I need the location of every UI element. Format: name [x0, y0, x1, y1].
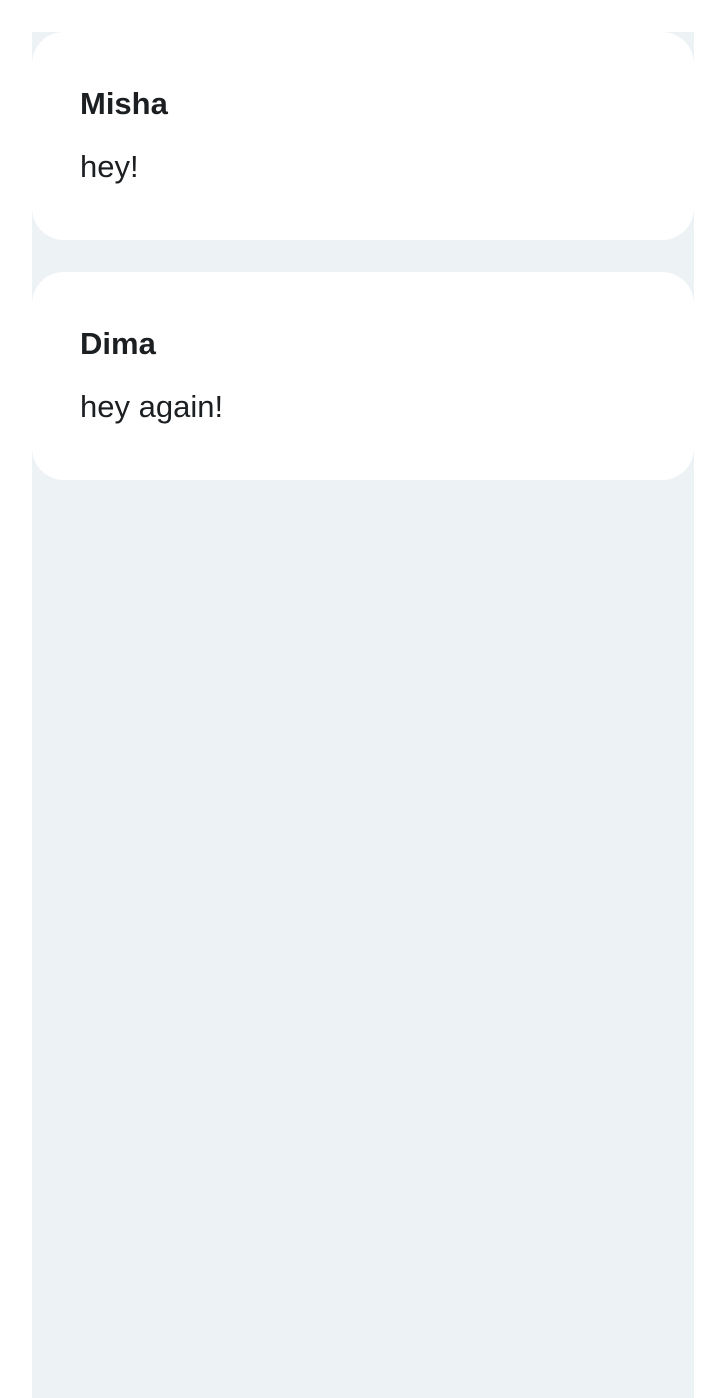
message-text: hey again! — [80, 389, 224, 424]
message-text: hey! — [80, 149, 139, 184]
message-author: Dima — [80, 326, 156, 361]
message-card: Misha hey! — [32, 32, 694, 240]
message-feed[interactable]: Misha hey! Dima hey again! — [32, 32, 694, 1398]
page: Misha hey! Dima hey again! — [0, 0, 726, 1398]
message-card: Dima hey again! — [32, 272, 694, 480]
message-author: Misha — [80, 86, 168, 121]
